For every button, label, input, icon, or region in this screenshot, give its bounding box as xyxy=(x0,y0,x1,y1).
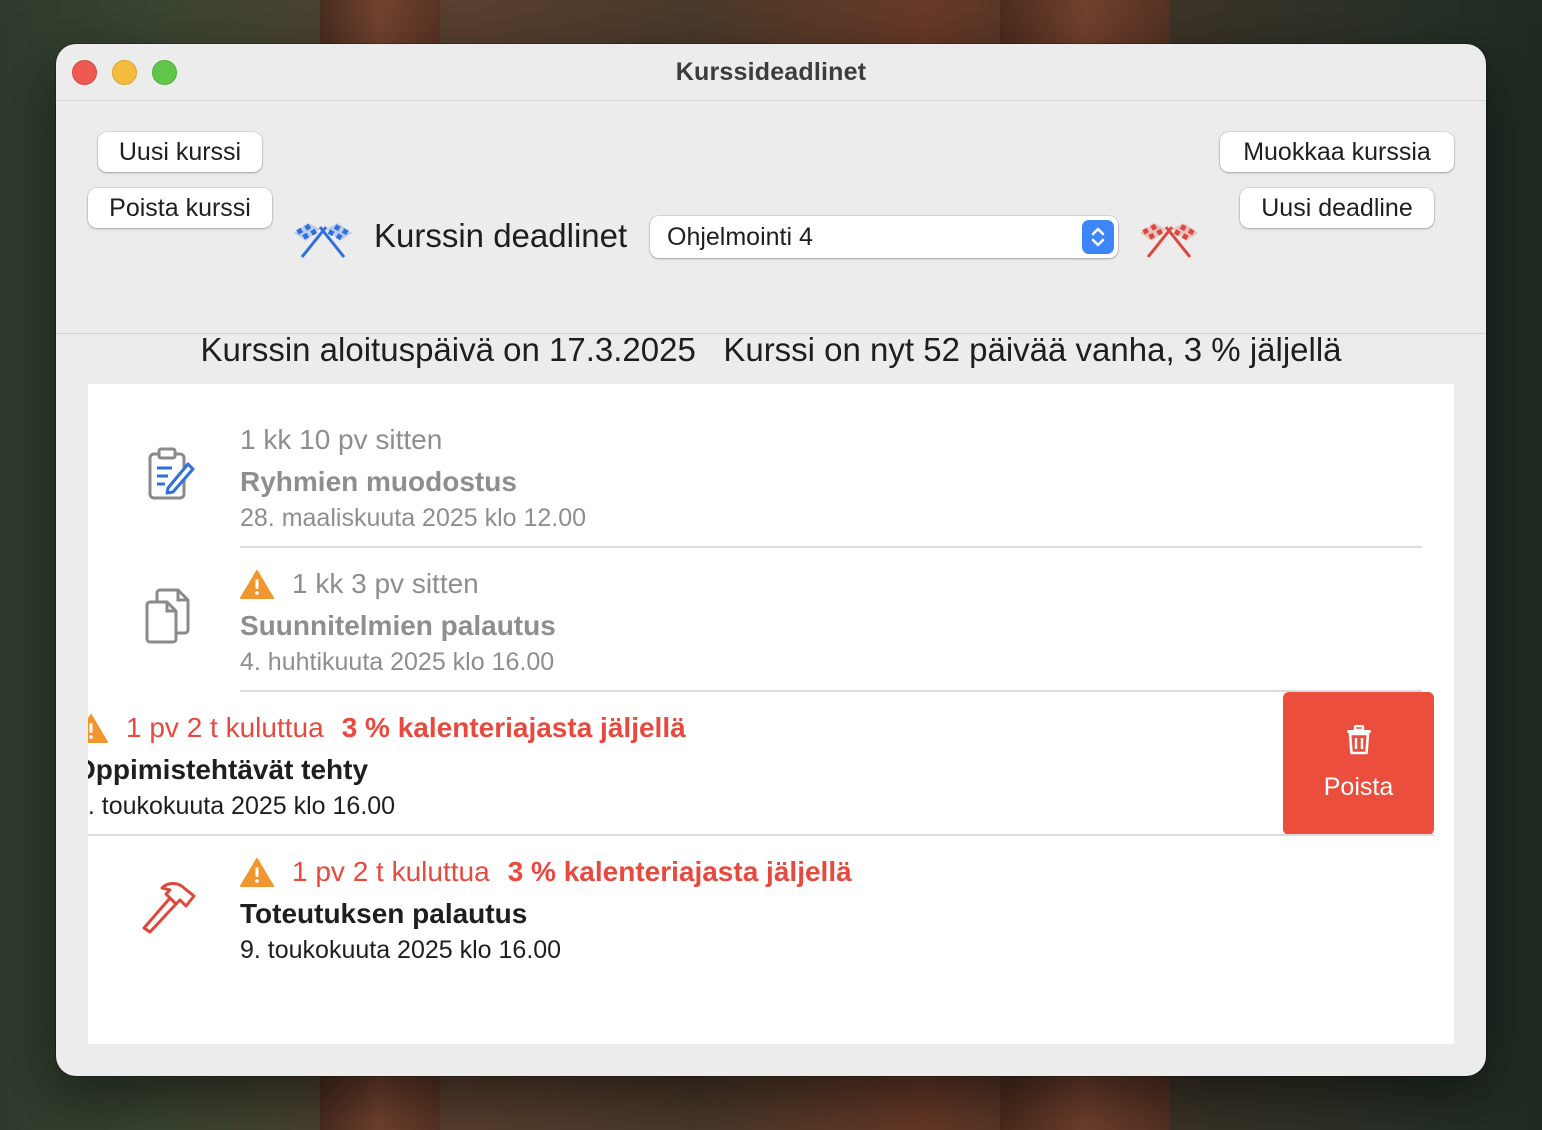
warning-icon xyxy=(240,858,274,887)
deadline-relative-time: 1 kk 10 pv sitten xyxy=(240,424,442,456)
checkered-flags-blue-icon xyxy=(294,223,352,258)
warning-icon xyxy=(240,570,274,599)
delete-label: Poista xyxy=(1323,773,1394,801)
title-bar: Kurssideadlinet xyxy=(56,44,1486,101)
delete-deadline-button[interactable]: Poista xyxy=(1283,692,1434,835)
course-select[interactable]: Ohjelmointi 4 xyxy=(650,216,1118,258)
zoom-button[interactable] xyxy=(152,60,177,85)
relative-time-text: 1 kk 3 pv sitten xyxy=(292,568,479,599)
deadline-relative-time: 1 kk 3 pv sitten xyxy=(240,568,479,600)
toolbar: Uusi kurssi Poista kurssi Kurssin deadli… xyxy=(56,101,1486,368)
deadline-relative-time: 1 pv 2 t kuluttua 3 % kalenteriajasta jä… xyxy=(88,712,686,744)
hammer-icon xyxy=(142,882,196,934)
relative-time-text: 1 pv 2 t kuluttua xyxy=(126,712,324,743)
edit-course-button[interactable]: Muokkaa kurssia xyxy=(1220,132,1454,172)
deadline-row-swiped[interactable]: 1 pv 2 t kuluttua 3 % kalenteriajasta jä… xyxy=(88,672,1288,820)
deadline-list[interactable]: 1 kk 10 pv sitten Ryhmien muodostus 28. … xyxy=(88,384,1454,1044)
relative-time-text: 1 kk 10 pv sitten xyxy=(240,424,443,455)
documents-icon xyxy=(145,588,190,644)
deadline-date: 9. toukokuuta 2025 klo 16.00 xyxy=(240,936,562,964)
minimize-button[interactable] xyxy=(112,60,137,85)
checkered-flags-red-icon xyxy=(1140,223,1198,258)
deadline-title: Oppimistehtävät tehty xyxy=(88,754,369,785)
close-button[interactable] xyxy=(72,60,97,85)
course-age-text: Kurssi on nyt 52 päivää vanha, 3 % jälje… xyxy=(723,331,1342,368)
window-controls xyxy=(72,60,177,85)
trash-icon xyxy=(1346,725,1371,755)
deadline-title: Suunnitelmien palautus xyxy=(240,610,556,641)
delete-course-button[interactable]: Poista kurssi xyxy=(88,188,272,228)
deadline-row[interactable]: 1 pv 2 t kuluttua 3 % kalenteriajasta jä… xyxy=(88,816,1454,964)
clipboard-edit-icon xyxy=(148,447,195,500)
relative-time-text: 1 pv 2 t kuluttua xyxy=(292,856,490,887)
remaining-percent-text: 3 % kalenteriajasta jäljellä xyxy=(507,856,852,887)
course-start-text: Kurssin aloituspäivä on 17.3.2025 xyxy=(200,331,696,368)
chevron-up-down-icon xyxy=(1082,220,1114,254)
warning-icon xyxy=(88,714,108,743)
new-deadline-button[interactable]: Uusi deadline xyxy=(1240,188,1434,228)
deadline-row[interactable]: 1 kk 10 pv sitten Ryhmien muodostus 28. … xyxy=(88,384,1454,532)
window-title: Kurssideadlinet xyxy=(675,57,867,86)
deadline-row[interactable]: 1 kk 3 pv sitten Suunnitelmien palautus … xyxy=(88,528,1454,676)
remaining-percent-text: 3 % kalenteriajasta jäljellä xyxy=(341,712,686,743)
new-course-button[interactable]: Uusi kurssi xyxy=(98,132,262,172)
course-info: Kurssin aloituspäivä on 17.3.2025 Kurssi… xyxy=(56,331,1486,369)
courses-heading: Kurssin deadlinet xyxy=(374,217,628,254)
app-window: Kurssideadlinet Uusi kurssi Poista kurss… xyxy=(56,44,1486,1076)
course-select-value: Ohjelmointi 4 xyxy=(667,222,813,251)
deadline-title: Toteutuksen palautus xyxy=(240,898,528,929)
deadline-title: Ryhmien muodostus xyxy=(240,466,517,497)
deadline-relative-time: 1 pv 2 t kuluttua 3 % kalenteriajasta jä… xyxy=(240,856,852,888)
